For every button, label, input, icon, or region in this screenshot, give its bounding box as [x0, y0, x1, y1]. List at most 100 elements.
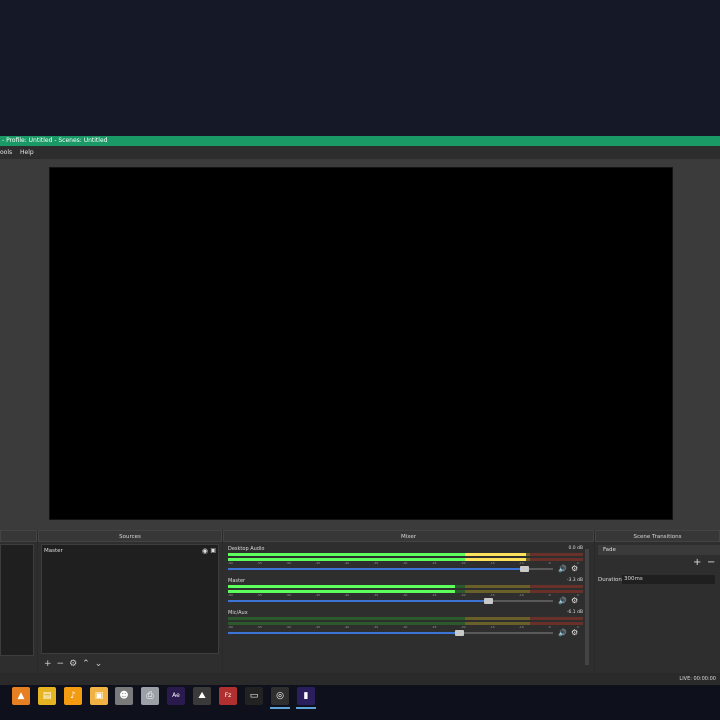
track-name: Desktop Audio: [228, 546, 265, 552]
mixer-dock-header: Mixer: [223, 530, 594, 542]
add-icon[interactable]: +: [44, 659, 52, 669]
eye-icon[interactable]: ◉: [202, 547, 208, 555]
add-transition-icon[interactable]: +: [693, 557, 701, 568]
meter-scale: -60 -55 -50 -45 -40 -35 -30 -25 -20 -15 -10 -5 0: [228, 625, 583, 630]
live-timer: LIVE: 00:00:00: [679, 676, 716, 682]
menu-item-tools[interactable]: ools: [0, 146, 12, 159]
terminal-icon[interactable]: ▭: [245, 687, 263, 705]
gear-icon[interactable]: ⚙: [571, 597, 579, 605]
scale-tick-label: -20: [460, 593, 466, 597]
track-name: Master: [228, 578, 246, 584]
menu-bar: ools Help: [0, 146, 720, 160]
meter-level: [464, 553, 527, 556]
meter-zone: [464, 617, 530, 620]
scale-tick-label: -20: [460, 625, 466, 629]
photos-icon[interactable]: ⛰: [193, 687, 211, 705]
scale-tick-label: -30: [402, 593, 408, 597]
menu-item-help[interactable]: Help: [20, 146, 34, 159]
scale-tick-label: -50: [286, 561, 292, 565]
duration-input[interactable]: 300ms: [622, 575, 715, 584]
duration-label: Duration: [598, 577, 622, 583]
remove-icon[interactable]: −: [57, 659, 65, 669]
printer-icon[interactable]: ⎙: [141, 687, 159, 705]
scale-tick-label: -35: [373, 625, 379, 629]
scale-tick-label: -55: [257, 593, 262, 597]
obs-icon[interactable]: ◎: [271, 687, 289, 705]
transition-select[interactable]: Fade: [598, 545, 720, 555]
speaker-icon[interactable]: 🔊: [558, 565, 567, 573]
scale-tick-label: -40: [344, 593, 350, 597]
volume-meter: [228, 617, 583, 620]
taskbar: ▲ ▤ ♪ ▣ ☻ ⎙ Ae ⛰ Fz ▭ ◎ ▮: [0, 685, 720, 720]
scale-tick-label: -45: [315, 625, 321, 629]
scale-tick-label: -35: [373, 561, 379, 565]
scale-tick-label: -10: [518, 625, 524, 629]
volume-meter: [228, 553, 583, 556]
scale-tick-label: -40: [344, 625, 350, 629]
scale-tick-label: -25: [431, 625, 437, 629]
meter-scale: -60 -55 -50 -45 -40 -35 -30 -25 -20 -15 -10 -5 0: [228, 593, 583, 598]
scale-tick-label: -60: [228, 561, 233, 565]
desktop-background: [0, 0, 720, 136]
track-name: Mic/Aux: [228, 610, 248, 616]
file-explorer-icon[interactable]: ▤: [38, 687, 56, 705]
scale-tick-label: -45: [315, 593, 321, 597]
scenes-list[interactable]: [0, 544, 34, 656]
fl-studio-icon[interactable]: ♪: [64, 687, 82, 705]
scale-tick-label: -20: [460, 561, 466, 565]
scenes-dock-header: [0, 530, 37, 542]
active-indicator: [270, 707, 290, 709]
scale-tick-label: -25: [431, 561, 437, 565]
scale-tick-label: -10: [518, 593, 524, 597]
source-item-master[interactable]: Master ◉ ▣: [44, 547, 216, 555]
window-title: - Profile: Untitled - Scenes: Untitled: [0, 136, 720, 146]
speaker-icon[interactable]: 🔊: [558, 597, 567, 605]
speaker-icon[interactable]: 🔊: [558, 629, 567, 637]
scale-tick-label: -25: [431, 593, 437, 597]
slider-fill: [228, 568, 524, 570]
volume-slider[interactable]: [228, 566, 553, 572]
filezilla-icon[interactable]: Fz: [219, 687, 237, 705]
mixer-scrollbar[interactable]: [585, 549, 589, 665]
scale-tick-label: -10: [518, 561, 524, 565]
track-db: 0.0 dB: [568, 546, 583, 551]
slider-knob[interactable]: [519, 566, 529, 572]
slider-knob[interactable]: [484, 598, 493, 604]
meter-zone: [228, 617, 465, 620]
meter-zone: [529, 617, 583, 620]
folder-icon[interactable]: ▣: [90, 687, 108, 705]
preview-area: [0, 160, 720, 530]
after-effects-icon[interactable]: Ae: [167, 687, 185, 705]
gear-icon[interactable]: ⚙: [69, 659, 77, 669]
slider-fill: [228, 632, 459, 634]
volume-meter: [228, 585, 583, 588]
sources-list: Master ◉ ▣: [41, 544, 219, 654]
gear-icon[interactable]: ⚙: [571, 565, 579, 573]
sources-toolbar: + − ⚙ ⌃ ⌄: [44, 659, 107, 669]
slider-knob[interactable]: [454, 630, 464, 636]
move-down-icon[interactable]: ⌄: [95, 659, 103, 669]
volume-slider[interactable]: [228, 630, 553, 636]
preview-canvas[interactable]: [49, 167, 673, 520]
lock-icon[interactable]: ▣: [210, 547, 216, 555]
scale-tick-label: -40: [344, 561, 350, 565]
move-up-icon[interactable]: ⌃: [82, 659, 90, 669]
premiere-icon[interactable]: ▮: [297, 687, 315, 705]
alien-icon[interactable]: ☻: [115, 687, 133, 705]
obs-window: - Profile: Untitled - Scenes: Untitled o…: [0, 136, 720, 685]
sources-dock: Master ◉ ▣ + − ⚙ ⌃ ⌄: [38, 542, 222, 673]
status-bar: LIVE: 00:00:00: [0, 673, 720, 685]
sources-dock-header: Sources: [38, 530, 222, 542]
source-label: Master: [44, 548, 63, 554]
scale-tick-label: -15: [489, 625, 495, 629]
scale-tick-label: -60: [228, 593, 233, 597]
vlc-icon[interactable]: ▲: [12, 687, 30, 705]
scale-tick-label: -30: [402, 625, 408, 629]
scale-tick-label: -15: [489, 561, 495, 565]
scale-tick-label: -5: [547, 593, 551, 597]
track-db: -3.3 dB: [566, 578, 583, 583]
remove-transition-icon[interactable]: −: [707, 557, 715, 568]
volume-slider[interactable]: [228, 598, 553, 604]
scale-tick-label: -55: [257, 625, 262, 629]
gear-icon[interactable]: ⚙: [571, 629, 579, 637]
